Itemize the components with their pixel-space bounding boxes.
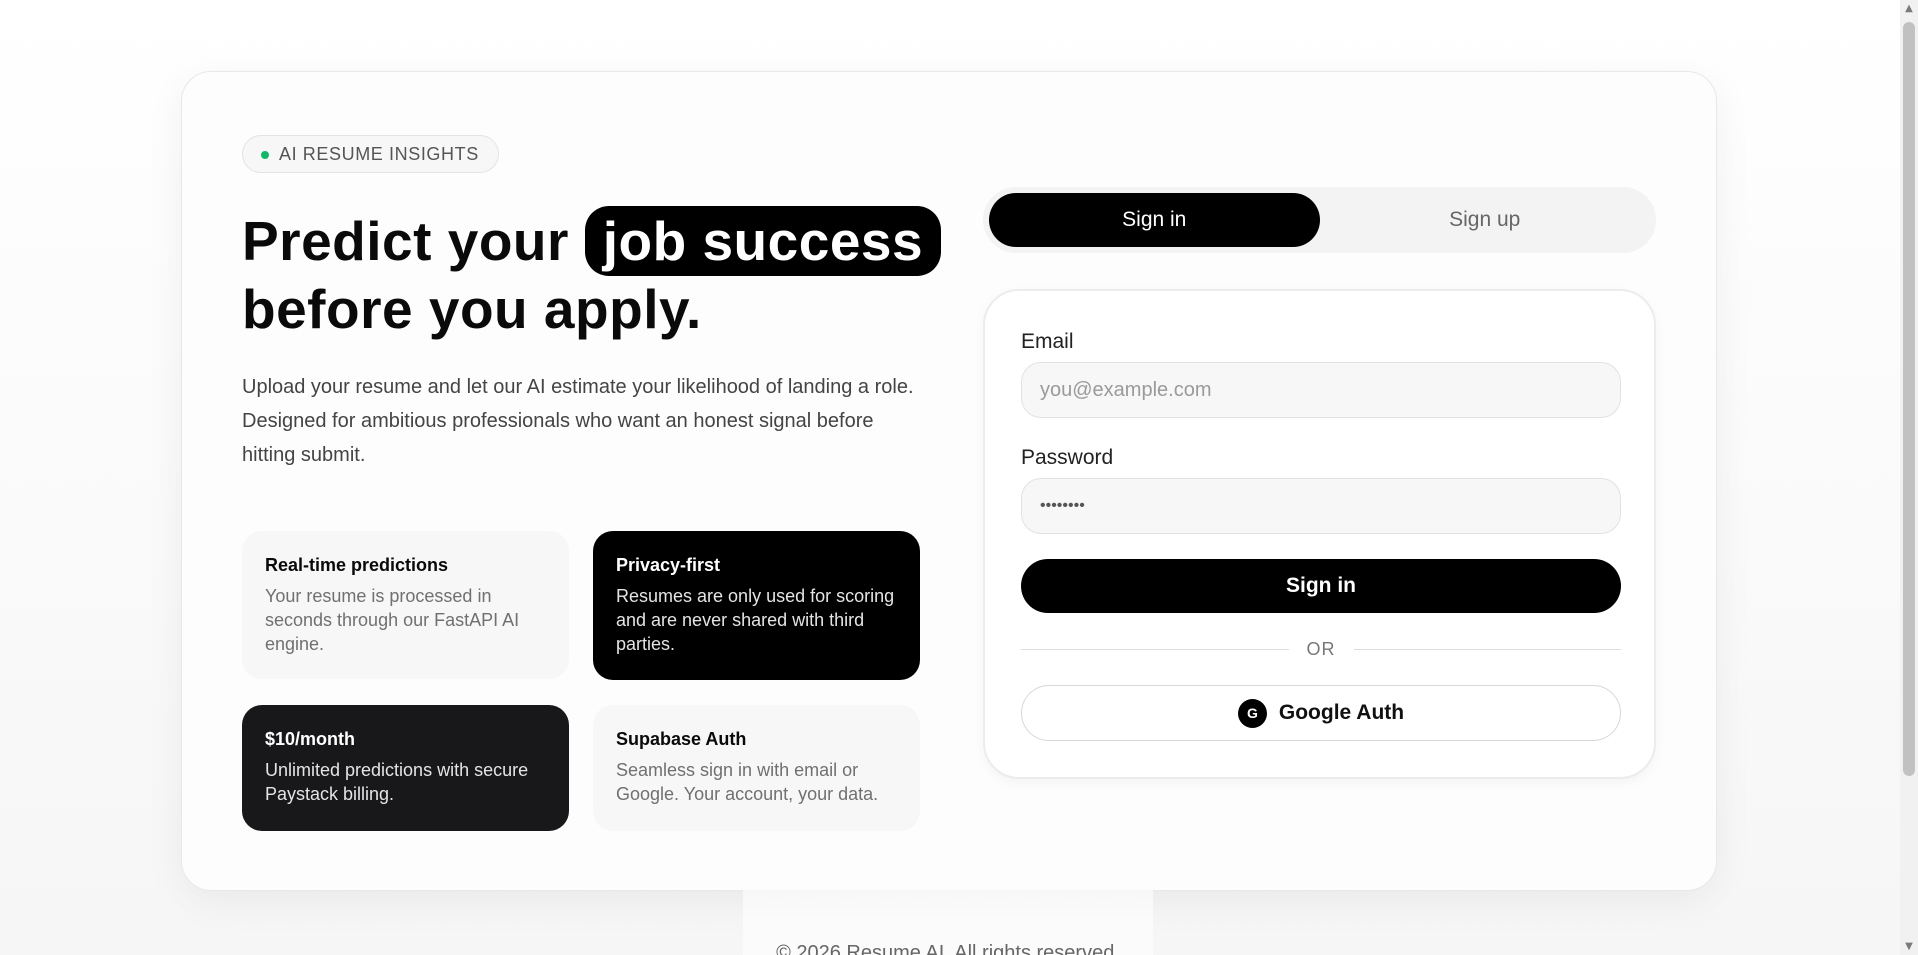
footer-copyright: © 2026 Resume AI. All rights reserved. — [776, 942, 1120, 955]
feature-title: $10/month — [265, 729, 356, 749]
auth-tabs: Sign in Sign up — [983, 187, 1656, 253]
badge-label: AI RESUME INSIGHTS — [279, 143, 479, 164]
scroll-up-arrow-icon[interactable]: ▲ — [1900, 0, 1918, 17]
divider-text: OR — [1306, 638, 1336, 659]
divider-line — [1353, 648, 1621, 650]
feature-text: Seamless sign in with email or Google. Y… — [616, 760, 879, 804]
tab-sign-up[interactable]: Sign up — [1320, 193, 1651, 247]
headline-post: before you apply. — [242, 278, 702, 340]
hero-headline: Predict your job success before you appl… — [242, 206, 942, 342]
google-auth-label: Google Auth — [1278, 701, 1405, 724]
google-icon: G — [1237, 698, 1267, 728]
feature-text: Your resume is processed in seconds thro… — [265, 586, 520, 654]
scroll-thumb[interactable] — [1903, 22, 1915, 776]
feature-card-privacy: Privacy-first Resumes are only used for … — [593, 531, 920, 680]
feature-title: Supabase Auth — [616, 729, 747, 749]
page-footer: © 2026 Resume AI. All rights reserved. — [743, 890, 1153, 955]
feature-title: Real-time predictions — [265, 555, 449, 575]
google-auth-button[interactable]: G Google Auth — [1021, 685, 1621, 741]
feature-text: Resumes are only used for scoring and ar… — [616, 586, 895, 654]
headline-pre: Predict your — [242, 210, 569, 272]
tab-sign-in[interactable]: Sign in — [989, 193, 1320, 247]
sign-in-button[interactable]: Sign in — [1021, 559, 1621, 613]
headline-highlight: job success — [584, 206, 942, 276]
feature-card-pricing: $10/month Unlimited predictions with sec… — [242, 705, 569, 831]
password-label: Password — [1021, 446, 1114, 469]
email-field[interactable] — [1021, 362, 1621, 418]
main-card: AI RESUME INSIGHTS Predict your job succ… — [181, 71, 1717, 891]
feature-card-realtime: Real-time predictions Your resume is pro… — [242, 531, 569, 679]
feature-title: Privacy-first — [616, 555, 721, 575]
sign-in-form: Email Password Sign in OR G Google Auth — [983, 289, 1656, 779]
divider-line — [1021, 648, 1289, 650]
ai-insights-badge: AI RESUME INSIGHTS — [242, 135, 499, 173]
scroll-down-arrow-icon[interactable]: ▼ — [1900, 938, 1918, 955]
or-divider: OR — [1021, 639, 1621, 659]
feature-card-auth: Supabase Auth Seamless sign in with emai… — [593, 705, 920, 831]
page-scrollbar[interactable]: ▲ ▼ — [1900, 0, 1918, 955]
feature-text: Unlimited predictions with secure Paysta… — [265, 760, 529, 804]
email-label: Email — [1021, 330, 1074, 353]
password-field[interactable] — [1021, 478, 1621, 534]
hero-description: Upload your resume and let our AI estima… — [242, 376, 914, 466]
status-dot-icon — [261, 151, 269, 159]
